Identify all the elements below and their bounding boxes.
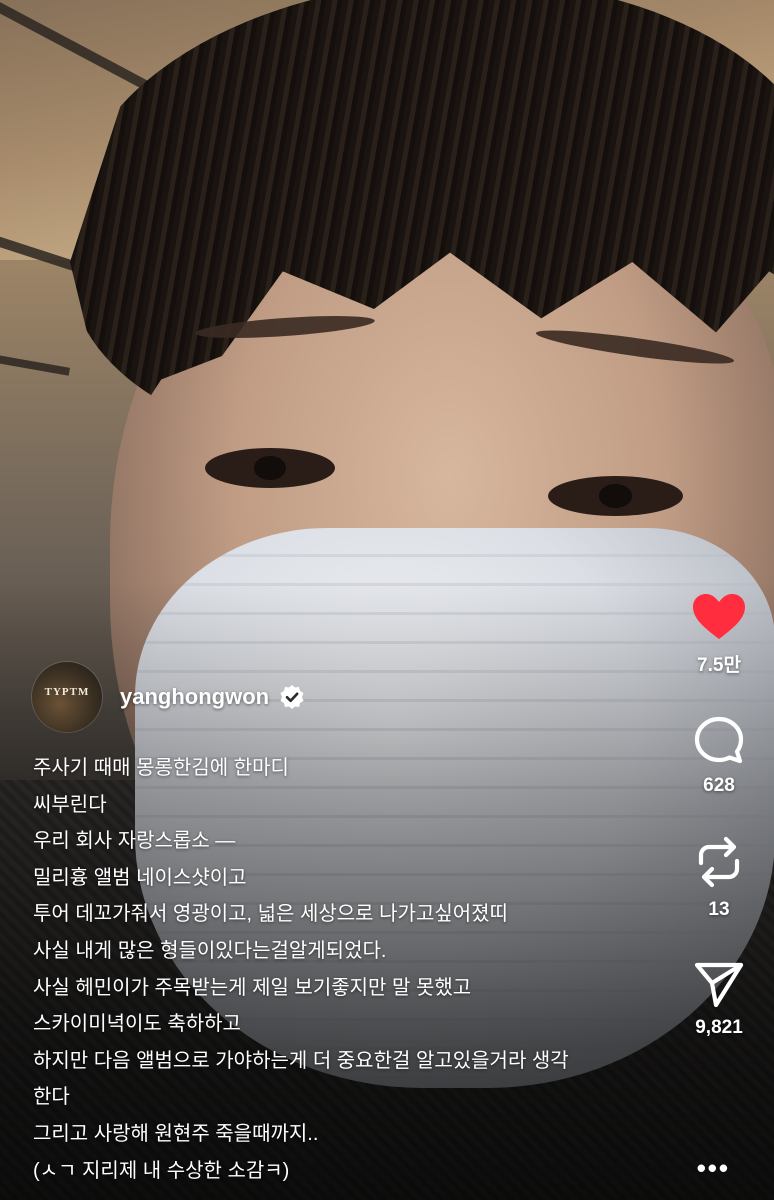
repost-icon xyxy=(698,836,740,888)
comment-bubble-icon xyxy=(694,716,744,764)
avatar-logo-text: TYPTM xyxy=(44,686,90,698)
post-caption[interactable]: 주사기 때매 몽롱한김에 한마디 씨부린다 우리 회사 자랑스롭소 — 밀리흉 … xyxy=(33,750,643,1189)
share-button[interactable]: 9,821 xyxy=(693,957,745,1039)
comment-button[interactable]: 628 xyxy=(693,715,745,797)
username[interactable]: yanghongwon xyxy=(120,684,269,710)
avatar[interactable]: TYPTM xyxy=(32,662,102,732)
caption-line: 하지만 다음 앨범으로 가야하는게 더 중요한걸 알고있을거라 생각 xyxy=(33,1049,569,1072)
caption-line: 그리고 사랑해 원현주 죽을때까지.. xyxy=(33,1122,319,1145)
caption-line: (ㅅㄱ 지리제 내 수상한 소감ㅋ) xyxy=(33,1159,290,1182)
action-rail: 7.5만 628 13 9,821 xyxy=(664,592,774,1039)
caption-line: 투어 데꼬가줘서 영광이고, 넓은 세상으로 나가고싶어졌띠 xyxy=(33,903,508,926)
reel-viewer: 7.5만 628 13 9,821 ••• TYPTM yanghongwon … xyxy=(0,0,774,1200)
like-count: 7.5만 xyxy=(697,655,741,676)
caption-line: 한다 xyxy=(33,1086,70,1109)
verified-badge-icon xyxy=(280,685,304,709)
comment-count: 628 xyxy=(703,775,735,796)
caption-line: 주사기 때매 몽롱한김에 한마디 xyxy=(33,757,289,779)
author-row: TYPTM yanghongwon xyxy=(32,662,305,732)
video-eye xyxy=(205,448,335,488)
repost-button[interactable]: 13 xyxy=(693,833,745,921)
send-icon xyxy=(694,962,744,1008)
video-eye xyxy=(548,476,683,516)
repost-count: 13 xyxy=(708,899,730,920)
caption-line: 사실 내게 많은 형들이있다는걸알게되었다. xyxy=(33,939,387,962)
caption-line: 사실 헤민이가 주목받는게 제일 보기좋지만 말 못했고 xyxy=(33,976,472,999)
share-count: 9,821 xyxy=(695,1017,743,1038)
caption-line: 우리 회사 자랑스롭소 — xyxy=(33,830,236,853)
caption-line: 밀리흉 앨범 네이스샷이고 xyxy=(33,866,247,889)
like-button[interactable]: 7.5만 xyxy=(691,592,747,677)
caption-line: 스카이미녁이도 축하하고 xyxy=(33,1013,241,1036)
heart-icon xyxy=(693,594,745,639)
caption-line: 씨부린다 xyxy=(33,793,107,816)
more-dots-icon[interactable]: ••• xyxy=(697,1155,730,1181)
